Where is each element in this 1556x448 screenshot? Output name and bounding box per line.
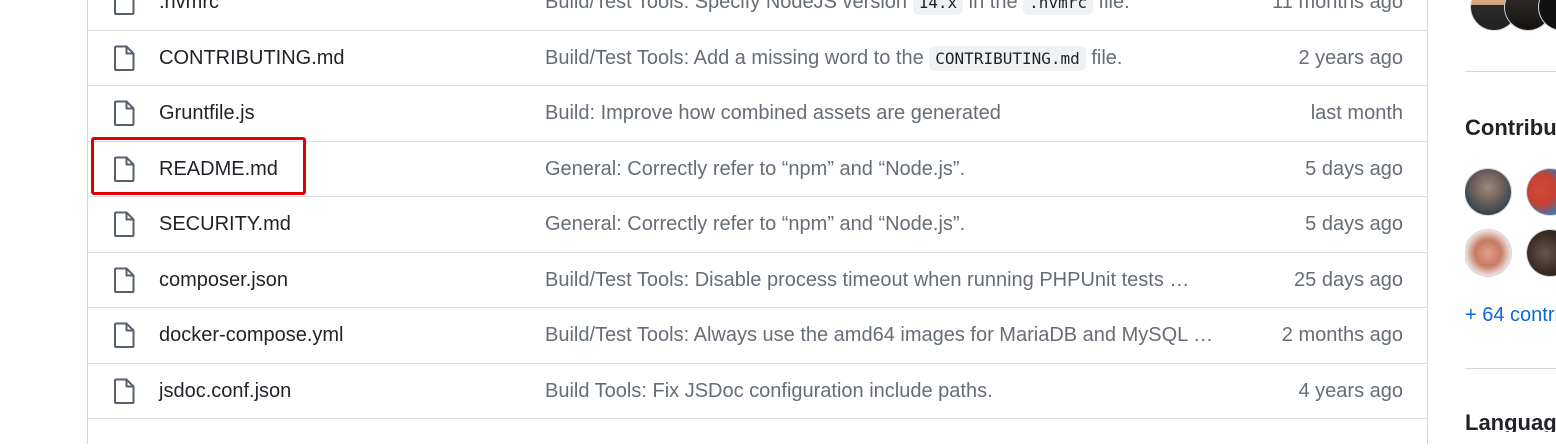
- commit-message-link[interactable]: Build/Test Tools: Disable process timeou…: [545, 253, 1189, 308]
- top-avatars: [1465, 0, 1556, 30]
- file-icon: [113, 100, 135, 126]
- file-row[interactable]: .nvmrc Build/Test Tools: Specify NodeJS v…: [88, 0, 1427, 29]
- languages-heading: Languages: [1465, 410, 1556, 432]
- file-icon: [113, 211, 135, 237]
- commit-date: 2 months ago: [1281, 324, 1403, 346]
- commit-message-link[interactable]: General: Correctly refer to “npm” and “N…: [545, 142, 965, 197]
- file-icon: [113, 0, 135, 15]
- file-name-link[interactable]: SECURITY.md: [159, 197, 291, 252]
- commit-message-text[interactable]: General: Correctly refer to “npm” and “N…: [545, 158, 965, 180]
- commit-message-text[interactable]: Build/Test Tools: Always use the amd64 i…: [545, 324, 1213, 346]
- file-row[interactable]: Gruntfile.js Build: Improve how combined …: [88, 85, 1427, 140]
- file-list-table: .nvmrc Build/Test Tools: Specify NodeJS v…: [87, 0, 1428, 444]
- file-name-link[interactable]: CONTRIBUTING.md: [159, 31, 345, 86]
- contributors-heading[interactable]: Contributors: [1465, 115, 1556, 141]
- commit-message-link[interactable]: Build: Improve how combined assets are g…: [545, 86, 1001, 141]
- more-contributors-link[interactable]: + 64 contributors: [1465, 304, 1556, 327]
- file-name-link[interactable]: docker-compose.yml: [159, 308, 344, 363]
- avatar[interactable]: [1465, 230, 1511, 276]
- file-row[interactable]: CONTRIBUTING.md Build/Test Tools: Add a m…: [88, 29, 1427, 86]
- file-row[interactable]: composer.json Build/Test Tools: Disable p…: [88, 251, 1427, 308]
- file-name-link[interactable]: composer.json: [159, 253, 288, 308]
- commit-message-link[interactable]: General: Correctly refer to “npm” and “N…: [545, 197, 965, 252]
- commit-message-link[interactable]: Build/Test Tools: Specify NodeJS version…: [545, 0, 1130, 30]
- commit-message-text[interactable]: Build/Test Tools: Specify NodeJS version: [545, 0, 913, 13]
- commit-date: 5 days ago: [1305, 157, 1403, 180]
- file-icon: [113, 322, 135, 348]
- file-icon: [113, 267, 135, 293]
- file-name-link[interactable]: .nvmrc: [159, 0, 219, 30]
- table-row-divider: [88, 418, 1427, 448]
- file-row[interactable]: SECURITY.md General: Correctly refer to “…: [88, 196, 1427, 251]
- inline-code[interactable]: CONTRIBUTING.md: [929, 45, 1086, 71]
- commit-message-link[interactable]: Build/Test Tools: Always use the amd64 i…: [545, 308, 1213, 363]
- commit-message-link[interactable]: Build Tools: Fix JSDoc configuration inc…: [545, 364, 993, 419]
- commit-message-text[interactable]: Build/Test Tools: Disable process timeou…: [545, 269, 1189, 291]
- commit-date: 5 days ago: [1305, 213, 1403, 235]
- file-row[interactable]: docker-compose.yml Build/Test Tools: Alwa…: [88, 307, 1427, 362]
- inline-code[interactable]: .nvmrc: [1023, 0, 1093, 15]
- avatar[interactable]: [1465, 169, 1511, 215]
- file-icon: [113, 156, 135, 182]
- commit-message-text[interactable]: file.: [1093, 0, 1130, 13]
- file-row[interactable]: jsdoc.conf.json Build Tools: Fix JSDoc co…: [88, 362, 1427, 419]
- repo-sidebar: Contributors + 64 contributors Languages: [1465, 0, 1556, 432]
- commit-message-text[interactable]: file.: [1086, 47, 1122, 69]
- commit-date: 25 days ago: [1294, 268, 1403, 291]
- commit-message-text[interactable]: General: Correctly refer to “npm” and “N…: [545, 213, 965, 235]
- file-name-link[interactable]: README.md: [159, 142, 278, 197]
- commit-message-text[interactable]: Build: Improve how combined assets are g…: [545, 102, 1001, 124]
- file-name-link[interactable]: Gruntfile.js: [159, 86, 255, 141]
- sidebar-divider: [1465, 368, 1556, 369]
- commit-message-link[interactable]: Build/Test Tools: Add a missing word to …: [545, 31, 1122, 86]
- commit-date: 11 months ago: [1272, 0, 1403, 13]
- commit-message-text[interactable]: in the: [963, 0, 1023, 13]
- commit-date: 4 years ago: [1298, 379, 1403, 402]
- inline-code[interactable]: 14.x: [912, 0, 964, 15]
- file-name-link[interactable]: jsdoc.conf.json: [159, 364, 291, 419]
- file-icon: [113, 378, 135, 404]
- commit-message-text[interactable]: Build/Test Tools: Add a missing word to …: [545, 47, 929, 69]
- file-row[interactable]: README.md General: Correctly refer to “np…: [88, 140, 1427, 197]
- commit-message-text[interactable]: Build Tools: Fix JSDoc configuration inc…: [545, 380, 993, 402]
- commit-date: last month: [1310, 102, 1403, 124]
- file-icon: [113, 45, 135, 71]
- avatar[interactable]: [1527, 169, 1556, 215]
- commit-date: 2 years ago: [1298, 46, 1403, 69]
- avatar[interactable]: [1527, 230, 1556, 276]
- sidebar-divider: [1465, 71, 1556, 72]
